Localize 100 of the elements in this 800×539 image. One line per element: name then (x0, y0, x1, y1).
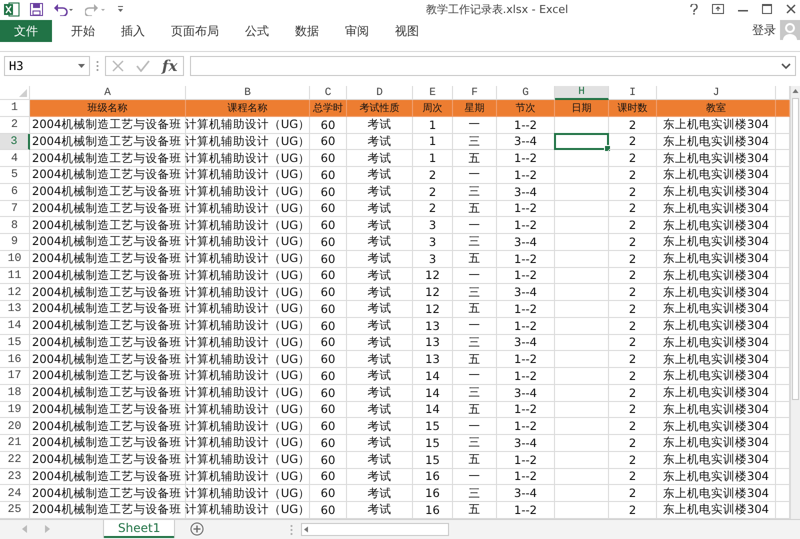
table-cell: 考试 (347, 200, 413, 218)
vertical-scrollbar[interactable] (790, 86, 800, 519)
add-sheet-icon[interactable] (190, 522, 204, 536)
table-cell: 1 (413, 134, 453, 150)
ribbon-tab[interactable]: 页面布局 (158, 20, 232, 42)
table-cell: 2004机械制造工艺与设备班 (30, 200, 186, 218)
ribbon-tab[interactable]: 数据 (282, 20, 332, 42)
table-cell: 13 (413, 334, 453, 352)
table-cell: 15 (413, 452, 453, 468)
insert-function-button[interactable]: fx (162, 57, 178, 75)
ribbon-tab[interactable]: 开始 (58, 20, 108, 42)
row-number[interactable]: 5 (0, 167, 30, 184)
sheet-tab[interactable]: Sheet1 (104, 520, 174, 538)
row-number[interactable]: 12 (0, 284, 30, 301)
table-cell: 东上机电实训楼304 (657, 368, 776, 385)
table-cell: 2004机械制造工艺与设备班 (30, 435, 186, 452)
table-cell: 东上机电实训楼304 (657, 167, 776, 184)
table-cell: 考试 (347, 284, 413, 301)
close-icon[interactable] (786, 4, 796, 14)
table-cell: 2 (609, 435, 657, 452)
dropdown-caret-icon[interactable] (78, 64, 85, 68)
column-header[interactable]: F (453, 86, 497, 100)
table-cell: 60 (310, 318, 347, 334)
row-number[interactable]: 17 (0, 368, 30, 385)
column-header[interactable]: E (413, 86, 453, 100)
sign-in-link[interactable]: 登录 (752, 22, 776, 38)
column-header[interactable]: B (186, 86, 310, 100)
table-cell: 2004机械制造工艺与设备班 (30, 234, 186, 251)
row-number[interactable]: 24 (0, 485, 30, 502)
empty-cell (555, 268, 609, 284)
table-cell: 2004机械制造工艺与设备班 (30, 284, 186, 301)
row-number[interactable]: 10 (0, 250, 30, 268)
table-cell: 2 (609, 167, 657, 184)
row-number[interactable]: 9 (0, 234, 30, 251)
table-cell: 60 (310, 250, 347, 268)
column-header[interactable]: I (609, 86, 657, 100)
row-number[interactable]: 4 (0, 150, 30, 167)
empty-cell (555, 402, 609, 418)
ribbon-display-icon[interactable] (712, 4, 724, 14)
check-icon[interactable] (136, 60, 150, 72)
column-header[interactable]: J (657, 86, 776, 100)
row-number[interactable]: 23 (0, 468, 30, 486)
row-number[interactable]: 13 (0, 301, 30, 318)
save-icon[interactable] (30, 2, 43, 16)
table-cell: 3--4 (497, 184, 555, 200)
table-cell: 计算机辅助设计（UG） (186, 167, 310, 184)
splitter-handle-icon[interactable] (290, 524, 294, 536)
formula-input[interactable] (190, 56, 796, 76)
table-cell: 计算机辅助设计（UG） (186, 150, 310, 167)
row-number[interactable]: 16 (0, 351, 30, 368)
row-number[interactable]: 11 (0, 268, 30, 284)
undo-icon[interactable] (53, 2, 75, 16)
row-number[interactable]: 18 (0, 384, 30, 402)
table-cell: 60 (310, 167, 347, 184)
row-number[interactable]: 21 (0, 435, 30, 452)
table-cell: 考试 (347, 250, 413, 268)
row-number[interactable]: 7 (0, 200, 30, 218)
excel-logo-icon[interactable] (4, 2, 20, 16)
column-title: 节次 (497, 100, 555, 117)
ribbon-tab[interactable]: 插入 (108, 20, 158, 42)
table-cell: 60 (310, 301, 347, 318)
help-icon[interactable] (690, 4, 698, 14)
table-cell: 2 (609, 452, 657, 468)
ribbon-tab[interactable]: 公式 (232, 20, 282, 42)
row-number[interactable]: 6 (0, 184, 30, 200)
horizontal-scrollbar[interactable] (301, 523, 450, 536)
customize-toolbar-icon[interactable] (117, 5, 124, 13)
table-cell: 三 (453, 134, 497, 150)
table-cell: 1--2 (497, 318, 555, 334)
row-number[interactable]: 20 (0, 418, 30, 435)
row-number[interactable]: 8 (0, 217, 30, 234)
row-number[interactable]: 22 (0, 452, 30, 468)
table-cell: 计算机辅助设计（UG） (186, 435, 310, 452)
expand-chevron-icon[interactable] (781, 63, 791, 69)
table-cell: 计算机辅助设计（UG） (186, 184, 310, 200)
row-number[interactable]: 14 (0, 318, 30, 334)
table-cell: 东上机电实训楼304 (657, 318, 776, 334)
table-cell: 考试 (347, 334, 413, 352)
redo-icon[interactable] (85, 2, 107, 16)
maximize-icon[interactable] (762, 4, 772, 14)
ribbon-tab[interactable]: 审阅 (332, 20, 382, 42)
file-menu-button[interactable]: 文件 (0, 20, 52, 42)
column-header[interactable]: A (30, 86, 186, 100)
row-number[interactable]: 19 (0, 402, 30, 418)
row-number[interactable]: 3 (0, 134, 30, 150)
column-header[interactable]: D (347, 86, 413, 100)
table-cell: 三 (453, 485, 497, 502)
table-cell: 1--2 (497, 301, 555, 318)
table-cell: 东上机电实训楼304 (657, 184, 776, 200)
table-cell: 2004机械制造工艺与设备班 (30, 418, 186, 435)
more-options-icon[interactable] (96, 60, 99, 72)
column-header[interactable]: G (497, 86, 555, 100)
table-cell: 16 (413, 468, 453, 486)
column-header[interactable]: H (555, 86, 609, 100)
row-number[interactable]: 15 (0, 334, 30, 352)
name-box[interactable]: H3 (4, 56, 90, 76)
column-header[interactable]: C (310, 86, 347, 100)
table-cell: 东上机电实训楼304 (657, 217, 776, 234)
ribbon-tab[interactable]: 视图 (382, 20, 432, 42)
table-cell: 2004机械制造工艺与设备班 (30, 468, 186, 486)
